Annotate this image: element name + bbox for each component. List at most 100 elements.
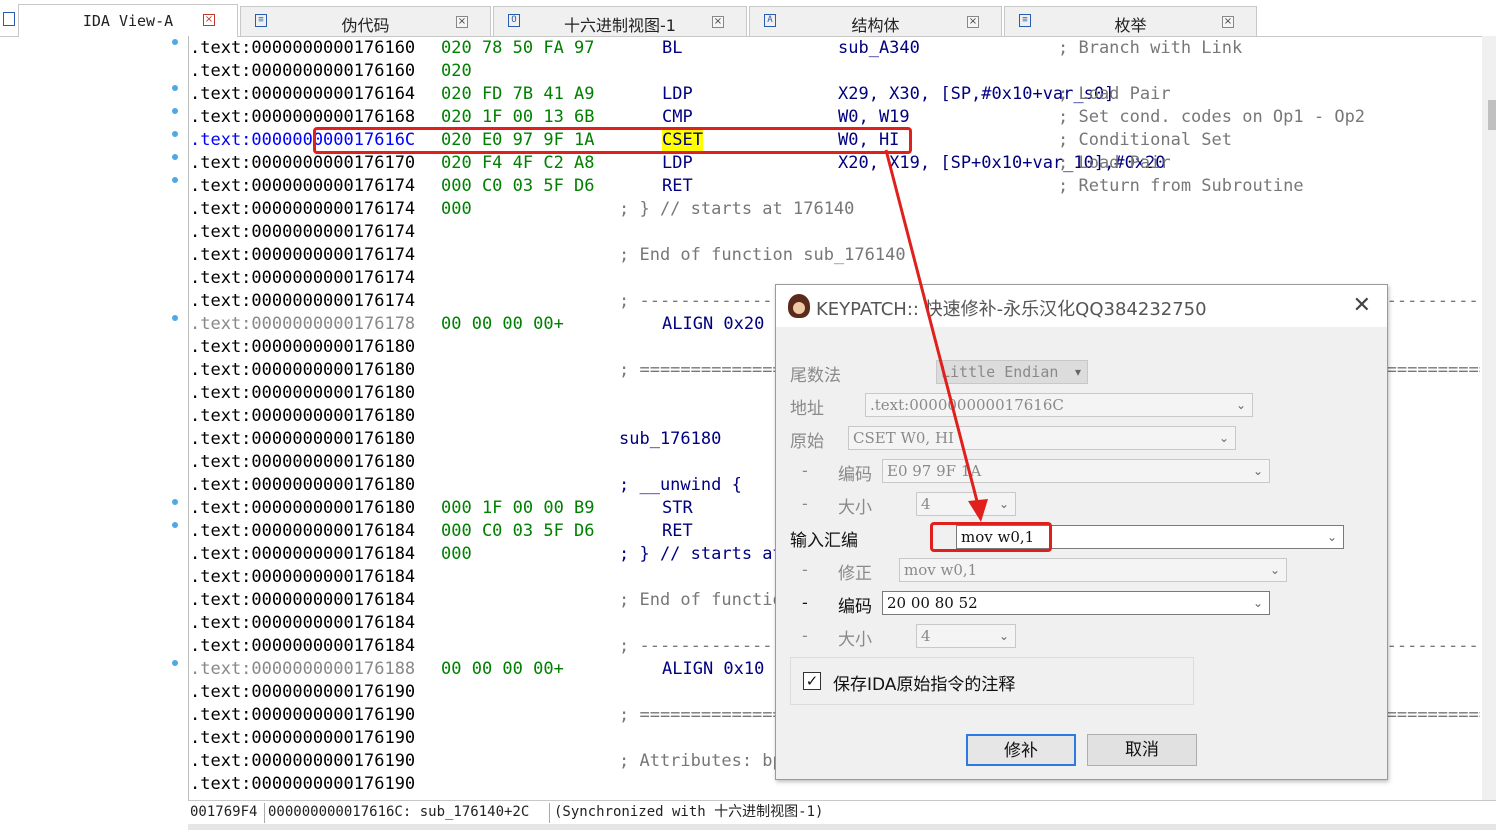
line-address: .text:0000000000176184 [190,590,416,610]
close-icon[interactable]: × [712,16,724,28]
line-address: .text:0000000000176180 [190,360,416,380]
orig-size-field[interactable]: 4 ⌄ [916,492,1016,516]
breakpoint-dot[interactable] [172,39,178,45]
horizontal-scrollbar[interactable] [188,824,1496,830]
listing-line[interactable]: .text:0000000000176160 020 78 50 FA 97 BL s… [190,37,1480,60]
new-encoding-value: 20 00 80 52 [887,594,978,612]
line-address: .text:0000000000176168 [190,107,416,127]
line-comment: ; Conditional Set [1058,130,1232,150]
opcode-bytes: 020 [441,61,472,81]
close-icon[interactable]: × [203,14,215,26]
listing-line[interactable]: .text:0000000000176164 020 FD 7B 41 A9 LDP… [190,83,1480,106]
chevron-down-icon: ⌄ [1269,563,1280,577]
mnemonic: ALIGN 0x20 [662,314,765,334]
endian-value: Little Endian [941,363,1059,381]
listing-line[interactable]: .text:0000000000176174 000 C0 03 5F D6 RET… [190,175,1480,198]
opcode-bytes: 000 1F 00 00 B9 [441,498,595,518]
breakpoint-dot[interactable] [172,499,178,505]
operands: W0, W19 [838,107,910,127]
chevron-down-icon: ▾ [1074,365,1081,379]
endian-label: 尾数法 [790,366,841,386]
vertical-scrollbar[interactable] [1482,36,1496,800]
breakpoint-dot[interactable] [172,131,178,137]
line-address: .text:0000000000176174 [190,199,416,219]
listing-line[interactable]: .text:0000000000176170 020 F4 4F C2 A8 LDP… [190,152,1480,175]
orig-encoding-field[interactable]: E0 97 9F 1A ⌄ [882,459,1270,483]
tab-structures[interactable]: A 结构体 × [749,6,1002,36]
opcode-bytes: 00 00 00 00+ [441,314,564,334]
close-icon[interactable]: × [1222,16,1234,28]
listing-line[interactable]: .text:0000000000176160 020 [190,60,1480,83]
operands: sub_A340 [838,38,920,58]
tab-ida-view-a[interactable]: IDA View-A × [18,4,238,37]
status-divider [549,803,550,823]
line-address: .text:0000000000176174 [190,268,416,288]
line-address: .text:0000000000176190 [190,728,416,748]
opcode-bytes: 020 F4 4F C2 A8 [441,153,595,173]
opcode-bytes: 00 00 00 00+ [441,659,564,679]
patch-button[interactable]: 修补 [966,734,1076,766]
line-address: .text:0000000000176180 [190,337,416,357]
tab-enums[interactable]: ≡ 枚举 × [1004,6,1257,36]
status-location: 000000000017616C: sub_176140+2C [268,804,530,820]
breakpoint-dot[interactable] [172,522,178,528]
line-address: .text:0000000000176160 [190,61,416,81]
listing-line[interactable]: .text:0000000000176174 [190,221,1480,244]
original-field[interactable]: CSET W0, HI ⌄ [848,426,1236,450]
dash-marker: - [802,626,808,645]
endian-select[interactable]: Little Endian ▾ [936,360,1088,384]
scrollbar-thumb[interactable] [1488,100,1496,130]
keep-comment-checkbox[interactable]: ✓ [803,672,821,690]
listing-line[interactable]: .text:0000000000176168 020 1F 00 13 6B CMP… [190,106,1480,129]
breakpoint-dot[interactable] [172,177,178,183]
tab-pseudocode[interactable]: ≡ 伪代码 × [240,6,491,36]
address-field[interactable]: .text:000000000017616C ⌄ [865,393,1253,417]
cancel-button[interactable]: 取消 [1087,734,1197,766]
line-address: .text:0000000000176160 [190,38,416,58]
breakpoint-dot[interactable] [172,315,178,321]
line-address: .text:0000000000176184 [190,613,416,633]
block-comment: ; End of function sub_176140 [619,245,906,265]
close-icon[interactable]: × [456,16,468,28]
original-value: CSET W0, HI [853,429,954,447]
input-annotation-box [930,522,1052,552]
line-address: .text:0000000000176174 [190,245,416,265]
listing-icon [3,12,15,26]
line-address: .text:0000000000176190 [190,682,416,702]
opcode-bytes: 000 [441,544,472,564]
address-label: 地址 [790,399,824,419]
listing-line[interactable]: .text:0000000000176174 ; End of function … [190,244,1480,267]
breakpoint-dot[interactable] [172,85,178,91]
mnemonic: ALIGN 0x10 [662,659,765,679]
status-bar: 001769F4 000000000017616C: sub_176140+2C… [188,800,1496,825]
line-address: .text:0000000000176174 [190,291,416,311]
new-encoding-field[interactable]: 20 00 80 52 ⌄ [882,591,1270,615]
line-address: .text:0000000000176180 [190,475,416,495]
dash-marker: - [802,461,808,480]
tab-label: 枚举 [1114,16,1147,35]
tab-hex-view[interactable]: O 十六进制视图-1 × [493,6,747,36]
line-address: .text:0000000000176180 [190,452,416,472]
line-comment: ; Return from Subroutine [1058,176,1304,196]
breakpoint-dot[interactable] [172,108,178,114]
new-encoding-label: 编码 [838,597,872,617]
breakpoint-dot[interactable] [172,154,178,160]
fixed-field[interactable]: mov w0,1 ⌄ [899,558,1287,582]
line-address: .text:0000000000176190 [190,751,416,771]
new-size-field[interactable]: 4 ⌄ [916,624,1016,648]
line-address: .text:0000000000176178 [190,314,416,334]
listing-line[interactable]: .text:0000000000176174 000 ; } // starts a… [190,198,1480,221]
close-icon[interactable]: ✕ [1353,293,1371,318]
dash-marker: - [802,593,808,612]
line-comment: ; Load Pair [1058,84,1171,104]
original-label: 原始 [790,432,824,452]
breakpoint-dot[interactable] [172,660,178,666]
close-icon[interactable]: × [967,16,979,28]
line-address: .text:0000000000176190 [190,774,416,794]
opcode-bytes: 020 78 50 FA 97 [441,38,595,58]
line-address: .text:0000000000176180 [190,498,416,518]
mnemonic: BL [662,38,683,58]
app-avatar-icon [788,294,810,318]
line-address: .text:0000000000176174 [190,222,416,242]
orig-encoding-label: 编码 [838,465,872,485]
